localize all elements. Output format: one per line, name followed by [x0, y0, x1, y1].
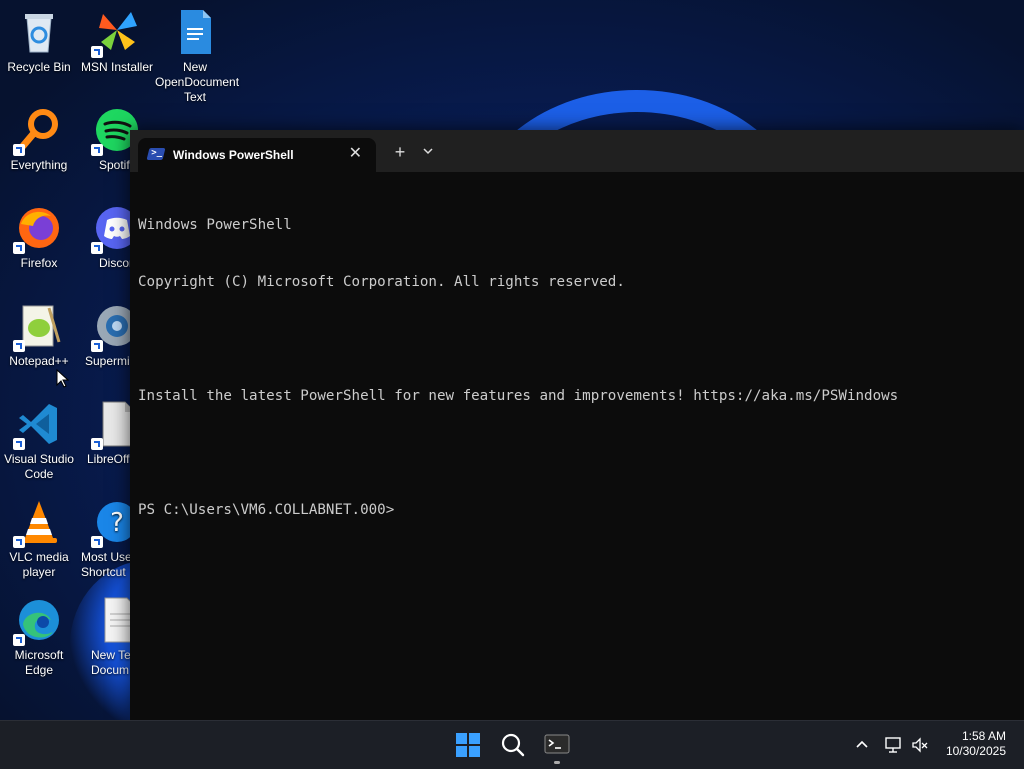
powershell-window[interactable]: >_ Windows PowerShell ✕ + Windows PowerS…	[130, 130, 1024, 720]
desktop-icon-firefox[interactable]: Firefox	[0, 204, 79, 271]
start-button[interactable]	[450, 727, 486, 763]
vscode-icon	[13, 400, 63, 450]
taskbar: 1:58 AM 10/30/2025	[0, 720, 1024, 769]
mouse-cursor-icon	[56, 369, 70, 388]
taskbar-clock[interactable]: 1:58 AM 10/30/2025	[946, 729, 1006, 759]
desktop-icon-vlc[interactable]: VLC media player	[0, 498, 79, 580]
desktop-icon-notepadpp[interactable]: Notepad++	[0, 302, 79, 369]
desktop-icon-edge[interactable]: Microsoft Edge	[0, 596, 79, 678]
show-hidden-icons-button[interactable]	[852, 735, 872, 755]
desktop-icon-label: Firefox	[20, 256, 58, 270]
clock-date: 10/30/2025	[945, 744, 1006, 758]
console-prompt[interactable]: PS C:\Users\VM6.COLLABNET.000>	[138, 501, 1014, 520]
network-icon	[885, 737, 901, 753]
volume-button[interactable]	[910, 735, 930, 755]
shortcut-arrow-icon	[91, 46, 103, 58]
volume-muted-icon	[912, 737, 928, 753]
desktop-icon-label: Visual Studio Code	[4, 452, 74, 481]
notepadpp-icon	[13, 302, 63, 352]
recycle-bin-icon	[15, 8, 63, 56]
shortcut-arrow-icon	[13, 242, 25, 254]
search-icon	[501, 733, 525, 757]
powershell-icon: >_	[146, 148, 166, 160]
search-button[interactable]	[495, 727, 531, 763]
desktop-icon-label: New OpenDocument Text	[155, 60, 240, 104]
shortcut-arrow-icon	[91, 340, 103, 352]
shortcut-arrow-icon	[13, 634, 25, 646]
everything-search-icon	[13, 106, 63, 156]
network-status-button[interactable]	[884, 735, 904, 755]
shortcut-arrow-icon	[13, 340, 25, 352]
desktop-icon-label: Recycle Bin	[7, 60, 71, 74]
console-output[interactable]: Windows PowerShell Copyright (C) Microso…	[138, 178, 1014, 710]
window-titlebar[interactable]: >_ Windows PowerShell ✕ +	[130, 130, 1024, 172]
windows-start-icon	[456, 733, 480, 757]
tab-title: Windows PowerShell	[173, 148, 294, 162]
shortcut-arrow-icon	[91, 242, 103, 254]
desktop-icon-new-opendocument-text[interactable]: New OpenDocument Text	[155, 8, 240, 105]
new-tab-button[interactable]: +	[390, 142, 410, 162]
edge-icon	[13, 596, 63, 646]
firefox-icon	[13, 204, 63, 254]
tab-windows-powershell[interactable]: >_ Windows PowerShell ✕	[138, 138, 376, 172]
console-line: Windows PowerShell	[138, 217, 292, 233]
svg-text:?: ?	[110, 508, 124, 538]
chevron-up-icon	[856, 740, 868, 748]
shortcut-arrow-icon	[13, 438, 25, 450]
shortcut-arrow-icon	[91, 536, 103, 548]
clock-time: 1:58 AM	[961, 729, 1006, 743]
desktop-icon-everything[interactable]: Everything	[0, 106, 79, 173]
msn-icon	[91, 8, 141, 58]
terminal-icon	[544, 734, 570, 754]
odt-document-icon	[171, 8, 219, 56]
chevron-down-icon	[423, 148, 433, 155]
desktop-icon-label: Everything	[10, 158, 68, 172]
shortcut-arrow-icon	[13, 144, 25, 156]
vlc-icon	[13, 498, 63, 548]
tab-close-button[interactable]: ✕	[349, 145, 362, 163]
console-line: Install the latest PowerShell for new fe…	[138, 388, 899, 404]
desktop-icon-label: MSN Installer	[80, 60, 154, 74]
shortcut-arrow-icon	[91, 438, 103, 450]
desktop-icon-vscode[interactable]: Visual Studio Code	[0, 400, 79, 482]
desktop-icon-msn-installer[interactable]: MSN Installer	[77, 8, 157, 75]
desktop-icon-label: Notepad++	[9, 354, 69, 368]
taskbar-terminal-button[interactable]	[539, 727, 575, 764]
shortcut-arrow-icon	[91, 144, 103, 156]
shortcut-arrow-icon	[13, 536, 25, 548]
desktop-icon-label: Microsoft Edge	[14, 648, 64, 677]
console-line: Copyright (C) Microsoft Corporation. All…	[138, 274, 625, 290]
tab-dropdown-button[interactable]	[420, 144, 436, 158]
desktop-icon-recycle-bin[interactable]: Recycle Bin	[0, 8, 79, 75]
active-app-indicator	[554, 761, 560, 764]
desktop-icon-label: VLC media player	[9, 550, 69, 579]
